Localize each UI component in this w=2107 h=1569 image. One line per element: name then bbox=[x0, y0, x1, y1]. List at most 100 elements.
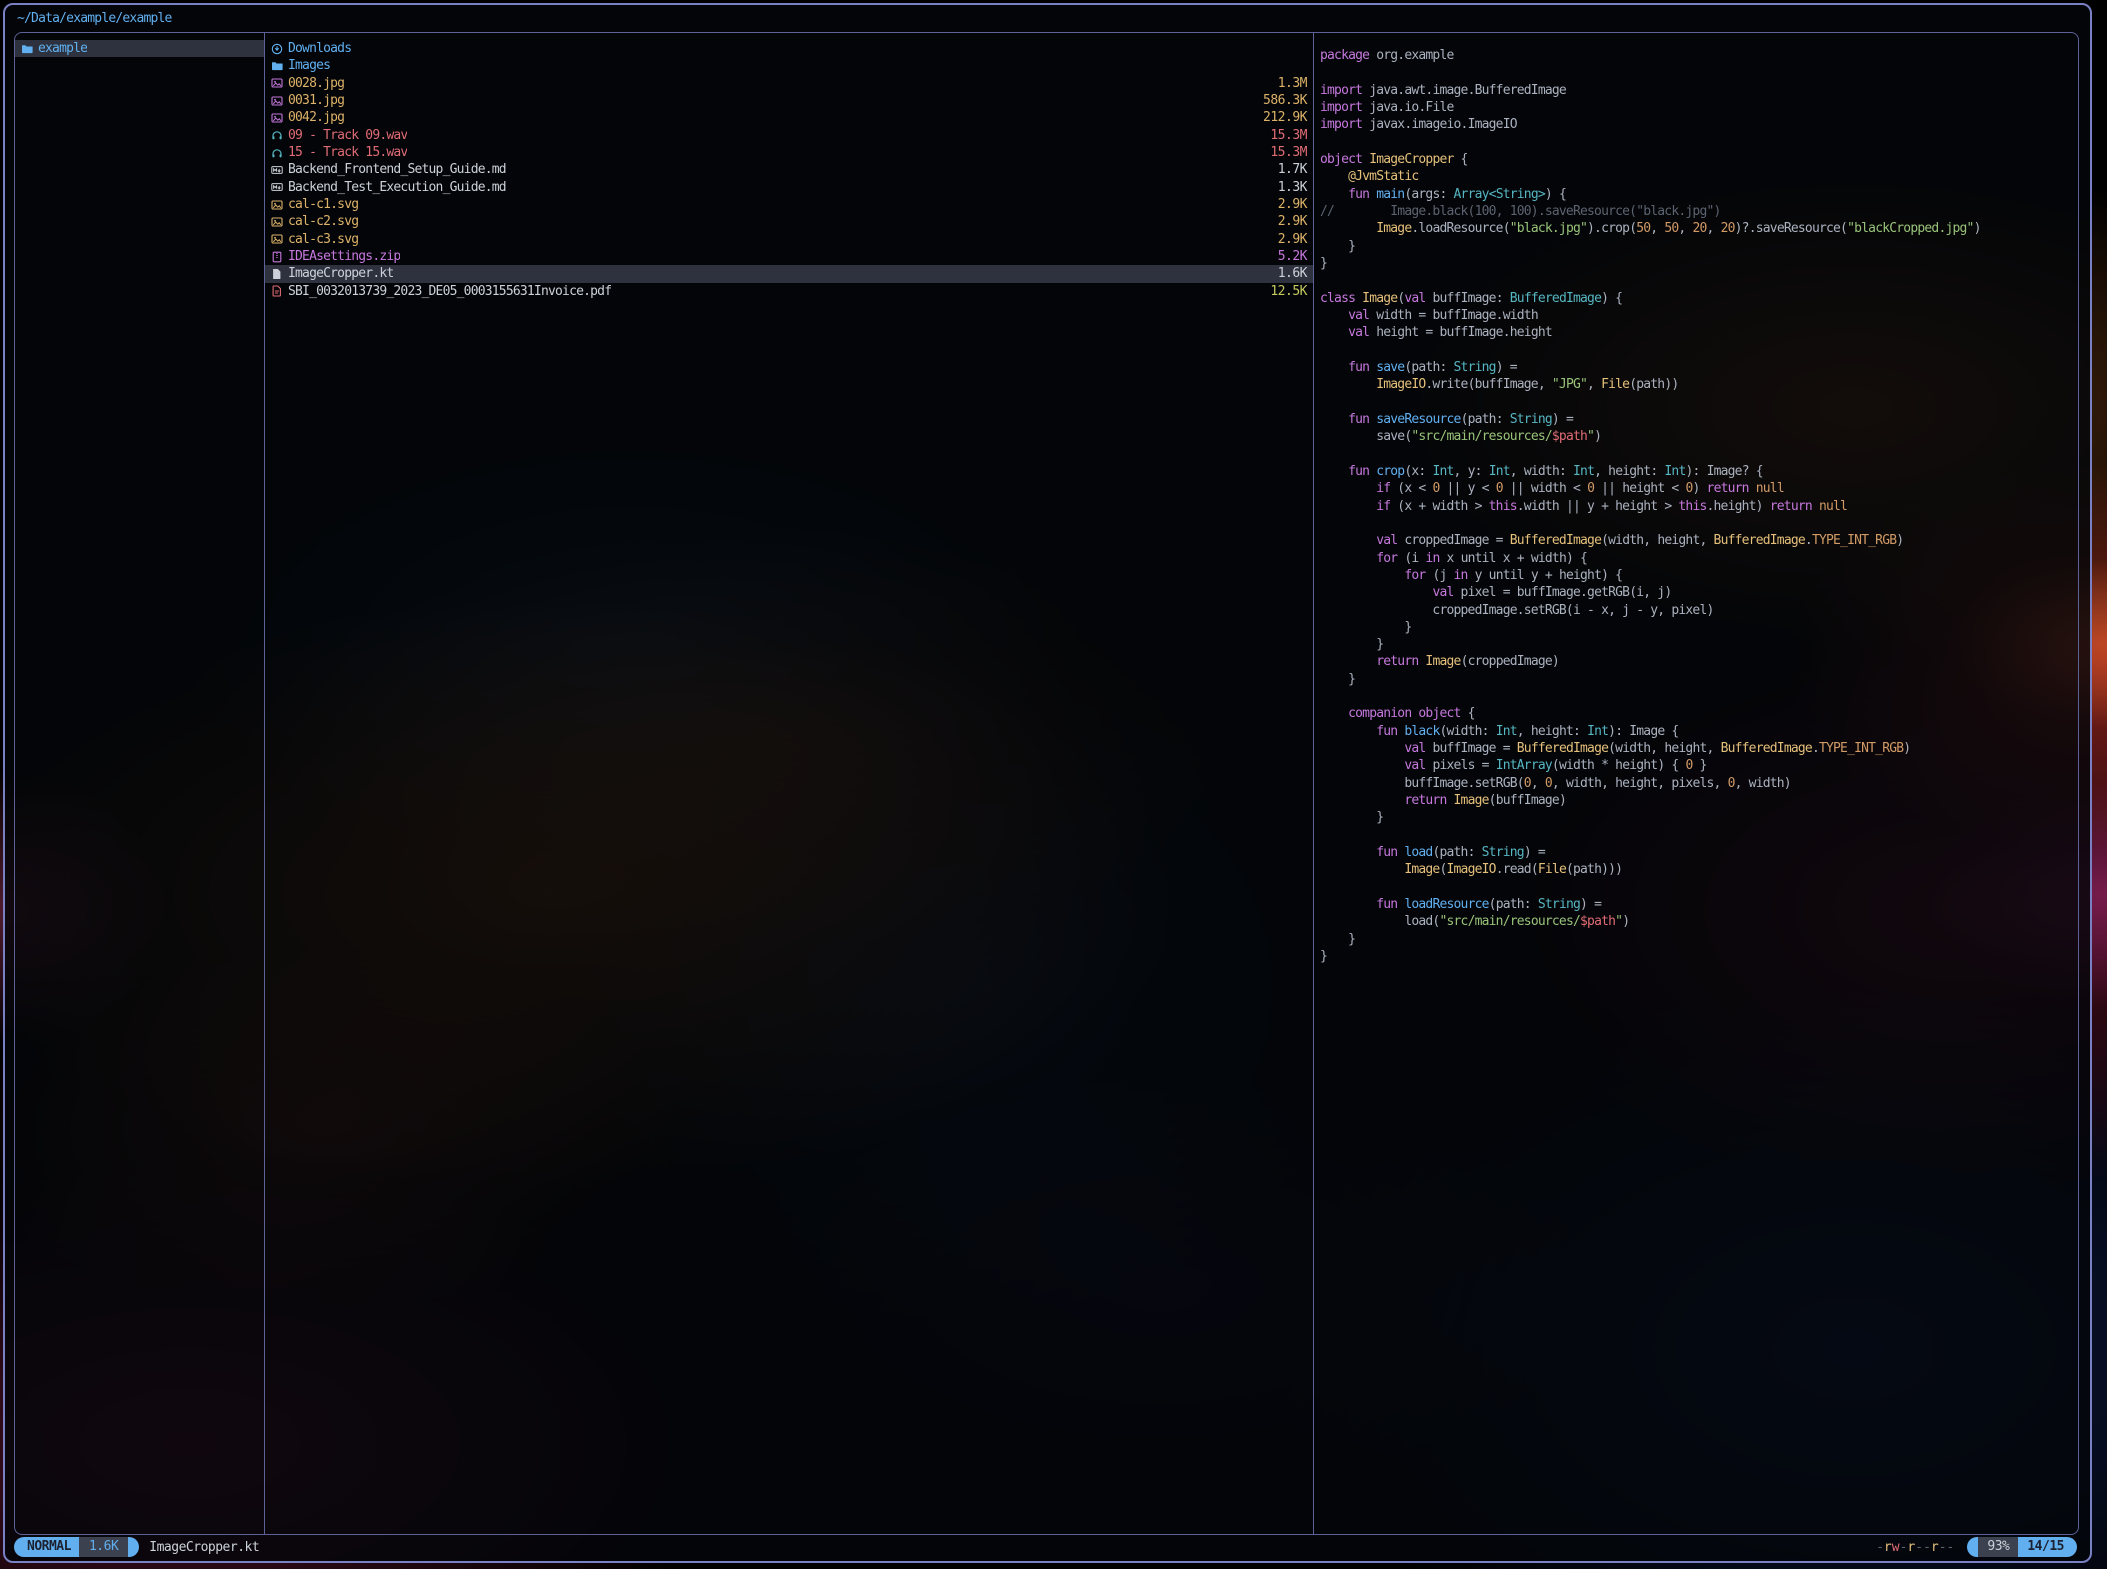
code-line: ImageIO.write(buffImage, "JPG", File(pat… bbox=[1320, 376, 2078, 393]
preview-pane[interactable]: package org.example import java.awt.imag… bbox=[1314, 33, 2078, 1534]
code-line bbox=[1320, 446, 2078, 463]
code-line bbox=[1320, 134, 2078, 151]
image-icon bbox=[271, 112, 288, 124]
terminal-window: ~/Data/example/example example Downloads… bbox=[3, 3, 2092, 1563]
current-path-title: ~/Data/example/example bbox=[17, 7, 172, 30]
status-bar: NORMAL 1.6K ImageCropper.kt -rw-r--r-- 9… bbox=[14, 1537, 2077, 1557]
file-icon bbox=[271, 268, 288, 280]
file-size: 1.3M bbox=[1278, 76, 1307, 91]
code-line: fun loadResource(path: String) = bbox=[1320, 896, 2078, 913]
code-line bbox=[1320, 827, 2078, 844]
code-line bbox=[1320, 272, 2078, 289]
file-name: 0042.jpg bbox=[288, 110, 344, 125]
code-preview: package org.example import java.awt.imag… bbox=[1314, 40, 2078, 965]
file-list-pane[interactable]: Downloads Images 0028.jpg 1.3M0031.jpg586.3… bbox=[265, 33, 1314, 1534]
statusbar-pill-cap bbox=[1967, 1537, 1978, 1557]
file-row[interactable]: 09 - Track 09.wav 15.3M bbox=[265, 127, 1313, 144]
statusbar-pill-cap bbox=[128, 1537, 139, 1557]
code-line: object ImageCropper { bbox=[1320, 151, 2078, 168]
code-line: Image(ImageIO.read(File(path))) bbox=[1320, 861, 2078, 878]
code-line: buffImage.setRGB(0, 0, width, height, pi… bbox=[1320, 775, 2078, 792]
code-line: } bbox=[1320, 238, 2078, 255]
code-line: } bbox=[1320, 636, 2078, 653]
selected-filename: ImageCropper.kt bbox=[149, 1540, 259, 1555]
file-name: IDEAsettings.zip bbox=[288, 249, 400, 264]
file-name: Images bbox=[288, 58, 330, 73]
folder-icon bbox=[21, 43, 38, 55]
file-name: Backend_Test_Execution_Guide.md bbox=[288, 180, 506, 195]
file-row[interactable]: ImageCropper.kt1.6K bbox=[265, 265, 1313, 282]
code-line: class Image(val buffImage: BufferedImage… bbox=[1320, 290, 2078, 307]
parent-directory-pane[interactable]: example bbox=[15, 33, 265, 1534]
yazi-panes: example DownloadsImages0028.jpg1.3M0031.… bbox=[14, 32, 2079, 1535]
code-line: } bbox=[1320, 809, 2078, 826]
file-row[interactable]: 0028.jpg 1.3M bbox=[265, 75, 1313, 92]
file-size: 212.9K bbox=[1263, 110, 1307, 125]
code-line: return Image(croppedImage) bbox=[1320, 653, 2078, 670]
code-line: fun black(width: Int, height: Int): Imag… bbox=[1320, 723, 2078, 740]
code-line: } bbox=[1320, 619, 2078, 636]
markdown-icon bbox=[271, 164, 288, 176]
code-line: val buffImage = BufferedImage(width, hei… bbox=[1320, 740, 2078, 757]
code-line bbox=[1320, 515, 2078, 532]
file-row[interactable]: cal-c1.svg 2.9K bbox=[265, 196, 1313, 213]
code-line: if (x + width > this.width || y + height… bbox=[1320, 498, 2078, 515]
file-name: 09 - Track 09.wav bbox=[288, 128, 407, 143]
pdf-icon bbox=[271, 285, 288, 297]
audio-icon bbox=[271, 147, 288, 159]
file-size: 1.6K bbox=[1278, 266, 1307, 281]
file-size: 1.7K bbox=[1278, 162, 1307, 177]
file-row[interactable]: Backend_Frontend_Setup_Guide.md1.7K bbox=[265, 161, 1313, 178]
code-line: Image.loadResource("black.jpg").crop(50,… bbox=[1320, 220, 2078, 237]
file-row[interactable]: 0031.jpg586.3K bbox=[265, 92, 1313, 109]
code-line: return Image(buffImage) bbox=[1320, 792, 2078, 809]
file-row[interactable]: Images bbox=[265, 57, 1313, 74]
file-name: Downloads bbox=[288, 41, 351, 56]
code-line: // Image.black(100, 100).saveResource("b… bbox=[1320, 203, 2078, 220]
file-name: cal-c1.svg bbox=[288, 197, 358, 212]
file-size: 15.3M bbox=[1270, 128, 1307, 143]
code-line: for (j in y until y + height) { bbox=[1320, 567, 2078, 584]
file-row[interactable]: Downloads bbox=[265, 40, 1313, 57]
file-row[interactable]: SBI_0032013739_2023_DE05_0003155631Invoi… bbox=[265, 283, 1313, 300]
file-permissions: -rw-r--r-- bbox=[1876, 1540, 1954, 1555]
code-line: companion object { bbox=[1320, 705, 2078, 722]
code-line: val pixels = IntArray(width * height) { … bbox=[1320, 757, 2078, 774]
code-line: save("src/main/resources/$path") bbox=[1320, 428, 2078, 445]
file-name: cal-c2.svg bbox=[288, 214, 358, 229]
file-row[interactable]: 15 - Track 15.wav15.3M bbox=[265, 144, 1313, 161]
file-size: 2.9K bbox=[1278, 197, 1307, 212]
file-row[interactable]: Backend_Test_Execution_Guide.md1.3K bbox=[265, 179, 1313, 196]
file-name: 0031.jpg bbox=[288, 93, 344, 108]
file-name: cal-c3.svg bbox=[288, 232, 358, 247]
image-icon bbox=[271, 199, 288, 211]
file-row[interactable]: cal-c2.svg2.9K bbox=[265, 213, 1313, 230]
file-row[interactable]: cal-c3.svg2.9K bbox=[265, 231, 1313, 248]
file-name: 0028.jpg bbox=[288, 76, 344, 91]
code-line: val height = buffImage.height bbox=[1320, 324, 2078, 341]
image-icon bbox=[271, 77, 288, 89]
download-icon bbox=[271, 43, 288, 55]
file-size: 12.5K bbox=[1270, 284, 1307, 299]
parent-dir-item[interactable]: example bbox=[15, 40, 264, 57]
file-row[interactable]: 0042.jpg 212.9K bbox=[265, 109, 1313, 126]
code-line: } bbox=[1320, 255, 2078, 272]
code-line: val croppedImage = BufferedImage(width, … bbox=[1320, 532, 2078, 549]
code-line: val width = buffImage.width bbox=[1320, 307, 2078, 324]
file-name: example bbox=[38, 41, 87, 56]
audio-icon bbox=[271, 129, 288, 141]
code-line bbox=[1320, 879, 2078, 896]
code-line: fun saveResource(path: String) = bbox=[1320, 411, 2078, 428]
selected-file-size-badge: 1.6K bbox=[79, 1537, 128, 1557]
file-name: 15 - Track 15.wav bbox=[288, 145, 407, 160]
code-line: package org.example bbox=[1320, 47, 2078, 64]
code-line: import java.io.File bbox=[1320, 99, 2078, 116]
file-row[interactable]: IDEAsettings.zip 5.2K bbox=[265, 248, 1313, 265]
code-line bbox=[1320, 64, 2078, 81]
code-line: load("src/main/resources/$path") bbox=[1320, 913, 2078, 930]
image-icon bbox=[271, 216, 288, 228]
image-icon bbox=[271, 95, 288, 107]
file-size: 5.2K bbox=[1278, 249, 1307, 264]
code-line bbox=[1320, 688, 2078, 705]
preview-scroll-percent: 93% bbox=[1978, 1537, 2018, 1557]
